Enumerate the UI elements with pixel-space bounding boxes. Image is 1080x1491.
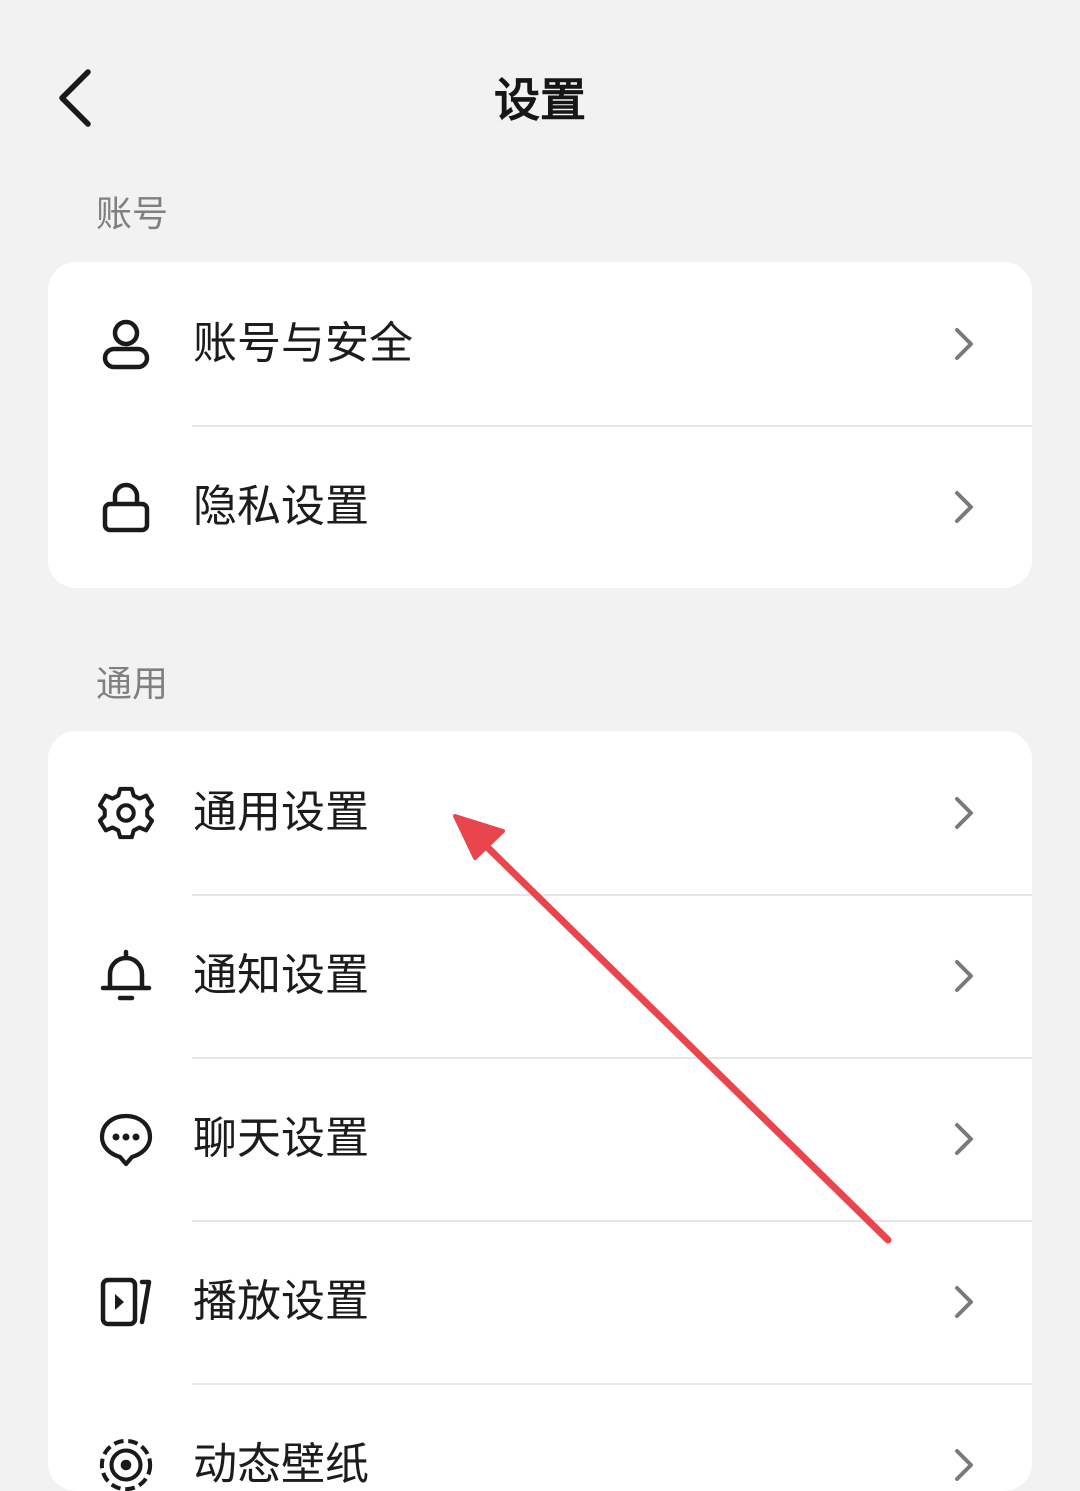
menu-item-playback-settings[interactable]: 播放设置: [48, 1220, 1032, 1383]
header-bar: 设置: [0, 0, 1080, 200]
page-title: 设置: [0, 70, 1080, 130]
chevron-right-icon: [946, 795, 982, 831]
section-label-account: 账号: [96, 190, 168, 240]
chat-bubble-icon: [98, 1111, 154, 1167]
menu-item-chat-settings[interactable]: 聊天设置: [48, 1057, 1032, 1220]
bell-icon: [98, 948, 154, 1004]
account-card: 账号与安全 隐私设置: [48, 262, 1032, 588]
general-card: 通用设置 通知设置 聊天设置: [48, 731, 1032, 1491]
menu-item-label: 通知设置: [193, 946, 369, 1006]
menu-item-label: 聊天设置: [193, 1109, 369, 1169]
lock-icon: [98, 479, 154, 535]
menu-item-notification-settings[interactable]: 通知设置: [48, 894, 1032, 1057]
menu-item-label: 播放设置: [193, 1272, 369, 1332]
chevron-right-icon: [946, 1121, 982, 1157]
chevron-right-icon: [946, 489, 982, 525]
menu-item-label: 通用设置: [193, 783, 369, 843]
menu-item-account-security[interactable]: 账号与安全: [48, 262, 1032, 425]
menu-item-label: 隐私设置: [193, 477, 369, 537]
live-wallpaper-icon: [98, 1437, 154, 1491]
menu-item-label: 账号与安全: [193, 314, 413, 374]
menu-item-general-settings[interactable]: 通用设置: [48, 731, 1032, 894]
menu-item-live-wallpaper[interactable]: 动态壁纸: [48, 1383, 1032, 1491]
menu-item-label: 动态壁纸: [193, 1435, 369, 1491]
user-icon: [98, 316, 154, 372]
gear-icon: [98, 785, 154, 841]
chevron-right-icon: [946, 1284, 982, 1320]
chevron-right-icon: [946, 958, 982, 994]
section-label-general: 通用: [96, 660, 168, 710]
chevron-right-icon: [946, 1447, 982, 1483]
chevron-right-icon: [946, 326, 982, 362]
menu-item-privacy[interactable]: 隐私设置: [48, 425, 1032, 588]
play-screen-icon: [98, 1274, 154, 1330]
